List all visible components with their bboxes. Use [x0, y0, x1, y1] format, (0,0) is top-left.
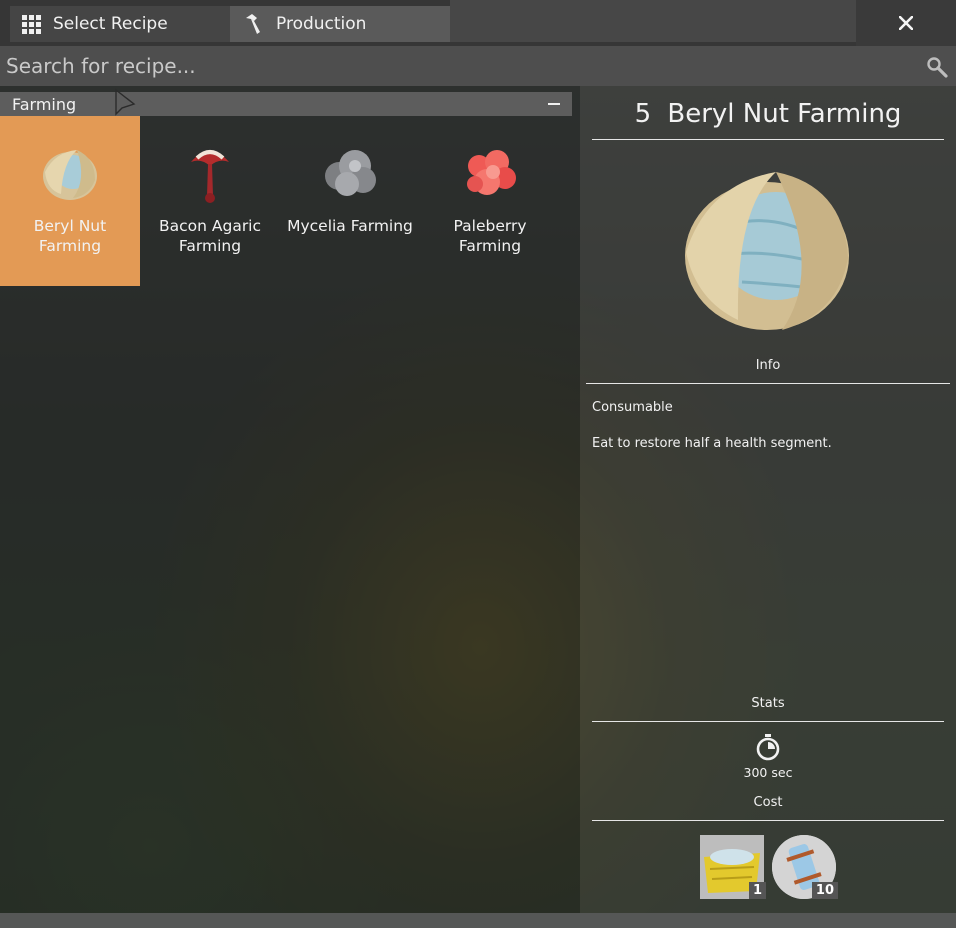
category-title: Farming [12, 94, 77, 114]
recipe-name: Beryl Nut Farming [667, 99, 902, 129]
cost-count: 10 [811, 882, 838, 899]
recipe-bacon-agaric-farming[interactable]: Bacon Agaric Farming [140, 116, 280, 286]
bottom-bar [0, 913, 956, 928]
mouse-cursor-icon [115, 88, 136, 116]
stopwatch-icon [756, 734, 780, 761]
recipe-quantity: 5 [634, 99, 652, 129]
bacon-agaric-icon [191, 150, 229, 203]
recipe-detail-title: 5 Beryl Nut Farming [592, 92, 944, 140]
recipe-label: Bacon Agaric Farming [158, 217, 262, 255]
tab-bar: Select Recipe Production [0, 0, 956, 46]
recipe-mycelia-farming[interactable]: Mycelia Farming [280, 116, 420, 286]
hammer-icon [246, 14, 260, 34]
info-heading: Info [586, 358, 950, 384]
beryl-nut-icon [43, 150, 97, 200]
collapse-icon[interactable] [548, 103, 560, 105]
production-time-stat: 300 sec [728, 733, 808, 780]
recipe-label: Mycelia Farming [287, 217, 413, 235]
cost-item-crate[interactable]: 1 [700, 835, 766, 899]
close-button[interactable] [856, 0, 956, 46]
paleberry-icon [467, 150, 516, 195]
grid-icon [22, 14, 41, 34]
recipe-label: Beryl Nut Farming [33, 217, 107, 255]
close-icon [899, 16, 913, 30]
recipe-beryl-nut-farming[interactable]: Beryl Nut Farming [0, 116, 140, 286]
cost-list: 1 10 [700, 835, 838, 899]
tab-production-label: Production [276, 14, 367, 34]
cost-count: 1 [748, 882, 766, 899]
recipe-label: Paleberry Farming [453, 217, 527, 255]
cost-item-canister[interactable]: 10 [772, 835, 838, 899]
cost-heading: Cost [592, 795, 944, 821]
production-time: 300 sec [743, 765, 793, 780]
recipe-paleberry-farming[interactable]: Paleberry Farming [420, 116, 560, 286]
tab-production[interactable]: Production [230, 6, 450, 42]
tab-select-recipe[interactable]: Select Recipe [10, 6, 230, 42]
mycelia-icon [325, 150, 376, 196]
tab-bar-spacer [450, 0, 856, 42]
stats-heading: Stats [592, 696, 944, 722]
beryl-nut-icon [685, 172, 849, 330]
search-input[interactable] [0, 46, 900, 86]
search-bar [0, 46, 956, 86]
search-icon[interactable] [926, 56, 948, 78]
tab-select-recipe-label: Select Recipe [53, 14, 168, 34]
item-type: Consumable [592, 400, 673, 415]
category-header-farming[interactable]: Farming [0, 92, 572, 116]
item-description: Eat to restore half a health segment. [592, 436, 832, 451]
recipe-grid: Beryl Nut Farming Bacon Agaric Farming M… [0, 116, 560, 286]
